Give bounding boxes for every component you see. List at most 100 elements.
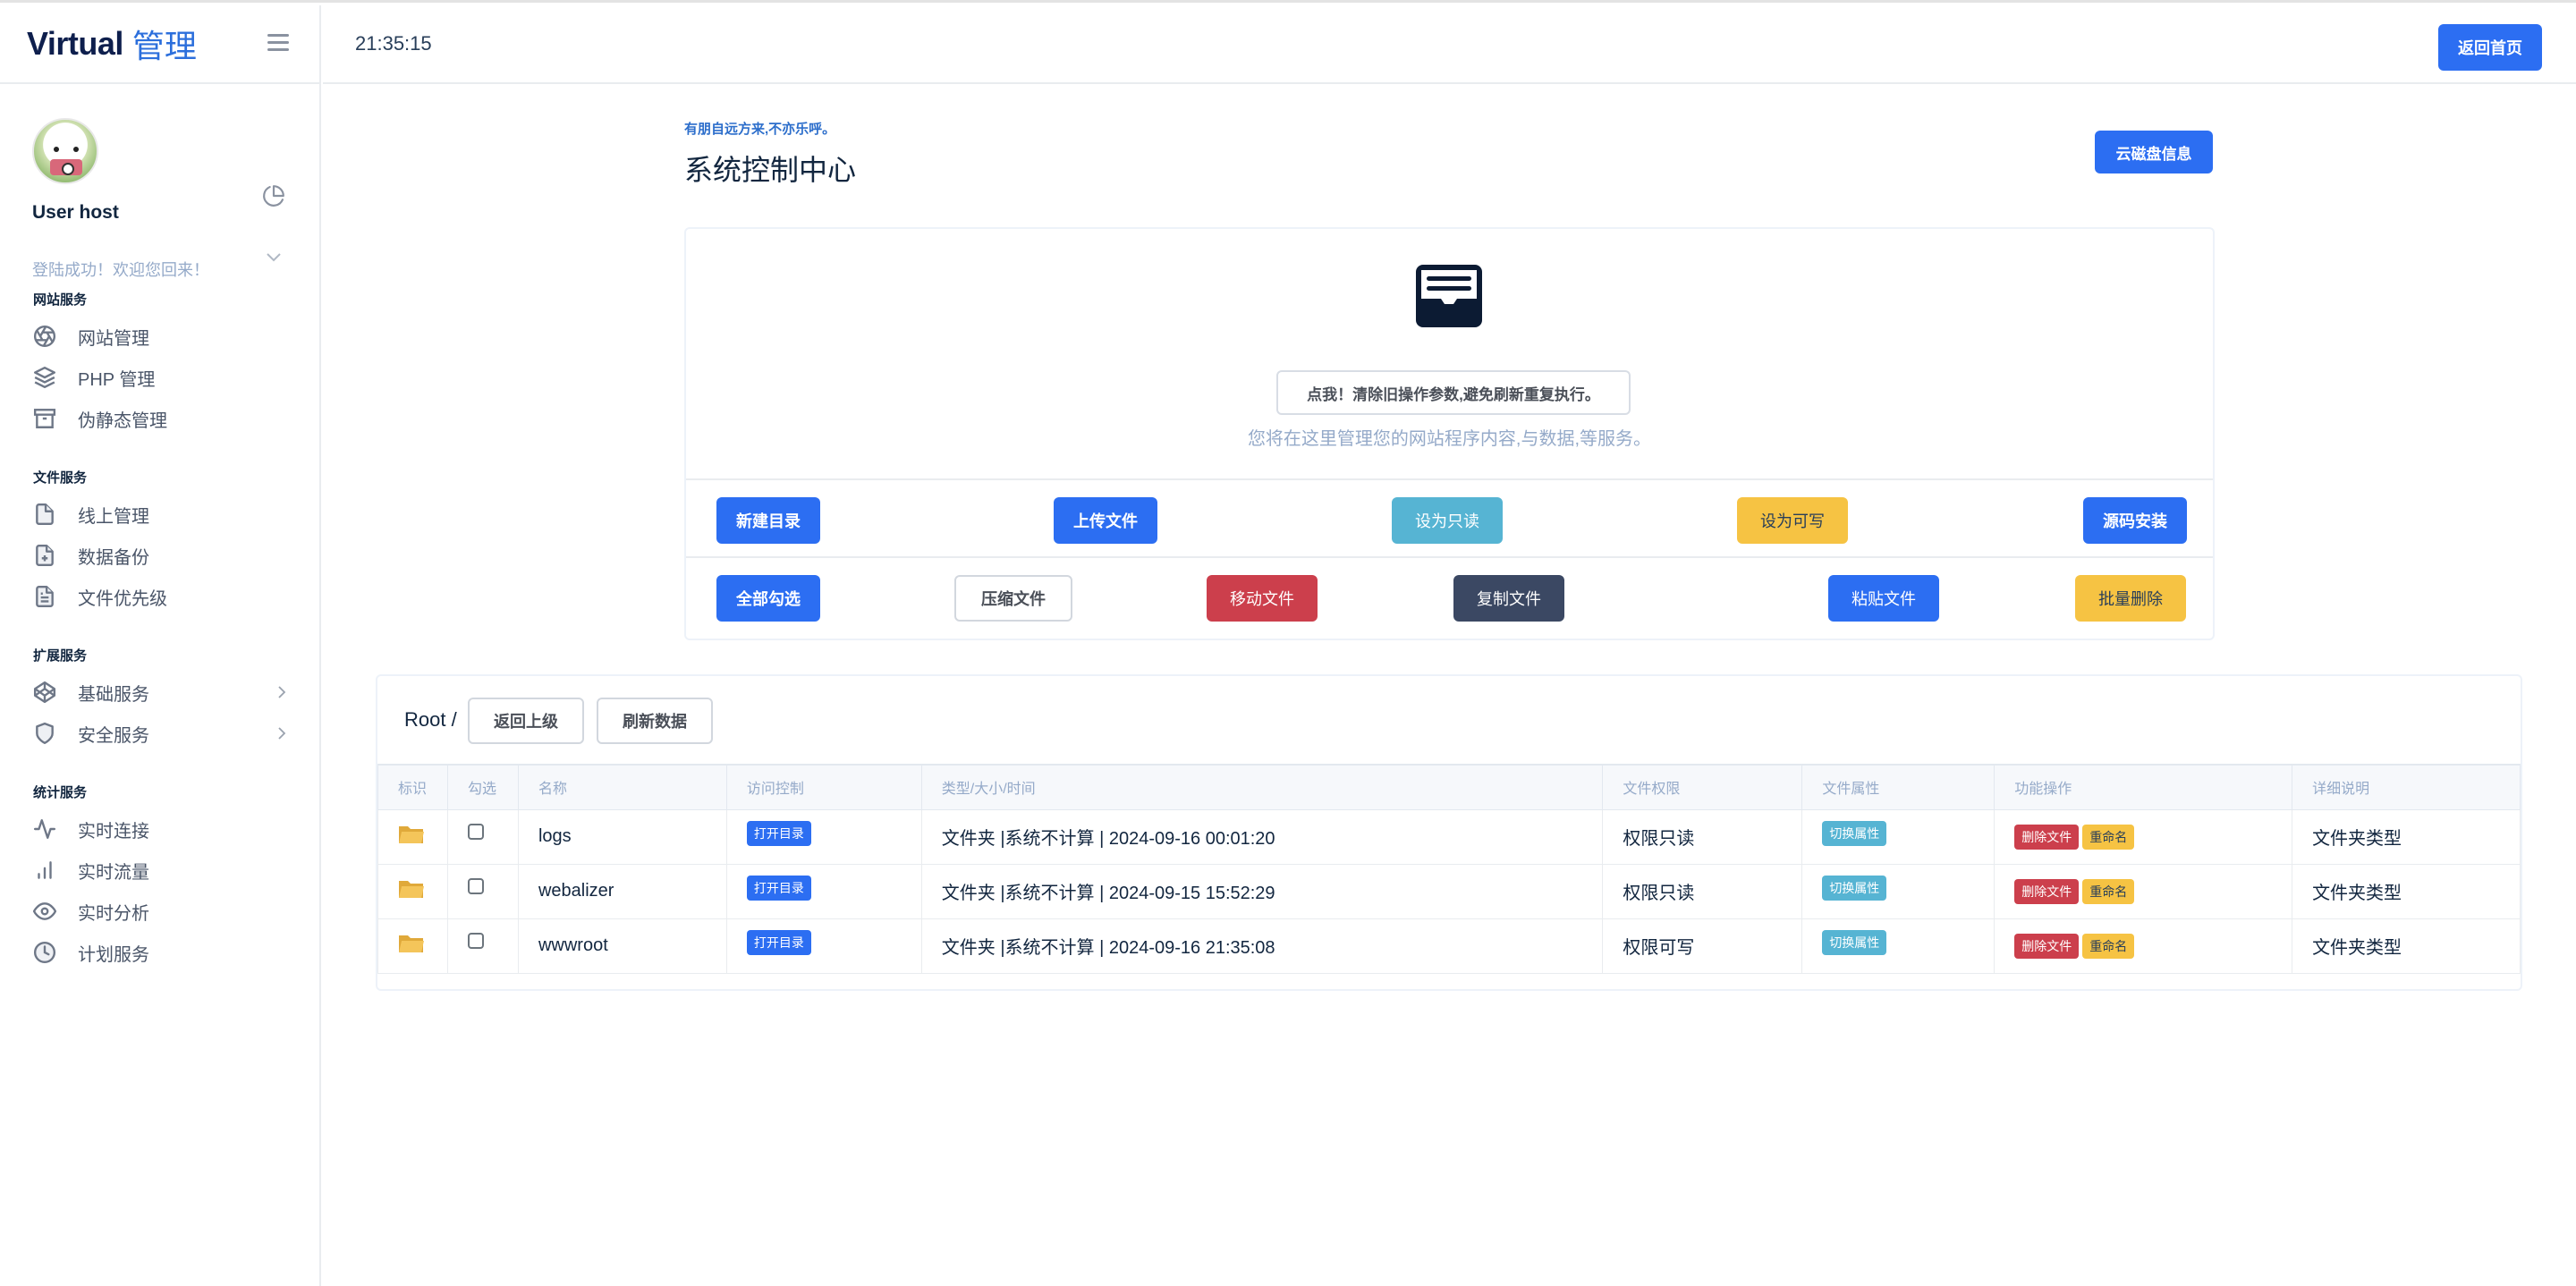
delete-file-badge[interactable]: 删除文件 (2014, 824, 2080, 850)
brand-logo[interactable]: Virtual 管理 (0, 5, 319, 84)
sidebar-item-data-backup[interactable]: 数据备份 (33, 535, 319, 576)
open-directory-badge[interactable]: 打开目录 (746, 929, 811, 955)
new-directory-button[interactable]: 新建目录 (716, 497, 820, 544)
set-writable-button[interactable]: 设为可写 (1737, 497, 1848, 544)
nav-heading-files: 文件服务 (33, 470, 88, 486)
delete-file-badge[interactable]: 删除文件 (2014, 878, 2080, 904)
rename-badge[interactable]: 重命名 (2082, 933, 2135, 959)
compress-file-button[interactable]: 压缩文件 (954, 575, 1072, 622)
paste-file-button[interactable]: 粘贴文件 (1828, 575, 1939, 622)
shield-icon (36, 722, 54, 745)
chevron-right-icon (278, 686, 286, 698)
sidebar-item-label: 网站管理 (78, 328, 149, 349)
toggle-attribute-badge[interactable]: 切换属性 (1822, 929, 1887, 955)
column-header: 功能操作 (1994, 764, 2293, 810)
codepen-icon (33, 681, 56, 704)
toggle-attribute-badge[interactable]: 切换属性 (1822, 875, 1887, 901)
pie-chart-icon[interactable] (262, 184, 285, 207)
column-header: 类型/大小/时间 (920, 764, 1604, 810)
sidebar-nav: 网站服务 网站管理 PHP 管理 伪静态管理 文件服务 线上管理 数据备份 文件… (0, 290, 319, 973)
set-readonly-button[interactable]: 设为只读 (1392, 497, 1503, 544)
sidebar-item-label: PHP 管理 (78, 369, 156, 390)
nav-heading-web: 网站服务 (33, 292, 88, 308)
table-header-row: 标识 勾选 名称 访问控制 类型/大小/时间 文件权限 文件属性 功能操作 详细… (377, 764, 2521, 810)
sidebar-item-php-management[interactable]: PHP 管理 (33, 357, 319, 398)
chevron-right-icon (278, 727, 286, 740)
file-name[interactable]: logs (517, 808, 727, 865)
copy-file-button[interactable]: 复制文件 (1453, 575, 1564, 622)
sidebar-item-online-management[interactable]: 线上管理 (33, 494, 319, 535)
file-text-icon (36, 585, 54, 608)
sidebar-item-site-management[interactable]: 网站管理 (33, 316, 319, 357)
open-directory-badge[interactable]: 打开目录 (746, 820, 811, 846)
bar-chart-icon (38, 861, 52, 879)
file-permission: 权限可写 (1602, 918, 1803, 974)
open-directory-badge[interactable]: 打开目录 (746, 875, 811, 901)
column-header: 文件权限 (1602, 764, 1803, 810)
cloud-disk-info-button[interactable]: 云磁盘信息 (2095, 131, 2213, 173)
rename-badge[interactable]: 重命名 (2082, 824, 2135, 850)
upload-file-button[interactable]: 上传文件 (1054, 497, 1157, 544)
folder-icon (399, 880, 424, 898)
sidebar-item-label: 文件优先级 (78, 588, 167, 609)
sidebar-item-realtime-connections[interactable]: 实时连接 (33, 808, 319, 850)
nav-heading-stats: 统计服务 (33, 785, 88, 800)
avatar[interactable] (32, 118, 98, 184)
file-browser-card: Root / 返回上级 刷新数据 标识 勾选 名称 访问控制 类型/大小/时间 … (376, 674, 2522, 991)
chevron-down-icon[interactable] (266, 252, 282, 263)
move-file-button[interactable]: 移动文件 (1207, 575, 1318, 622)
control-card: 点我！清除旧操作参数,避免刷新重复执行。 您将在这里管理您的网站程序内容,与数据… (684, 227, 2215, 640)
file-info: 文件夹 |系统不计算 | 2024-09-15 15:52:29 (920, 863, 1604, 919)
select-all-button[interactable]: 全部勾选 (716, 575, 820, 622)
activity-icon (33, 819, 56, 839)
row-checkbox[interactable] (467, 932, 484, 949)
rename-badge[interactable]: 重命名 (2082, 878, 2135, 904)
sidebar-item-label: 安全服务 (78, 725, 149, 746)
sidebar-item-realtime-analysis[interactable]: 实时分析 (33, 891, 319, 932)
sidebar-item-label: 基础服务 (78, 684, 149, 705)
table-row: wwwroot 打开目录 文件夹 |系统不计算 | 2024-09-16 21:… (377, 918, 2521, 974)
sidebar-item-security-services[interactable]: 安全服务 (33, 713, 319, 754)
sidebar-item-label: 伪静态管理 (78, 410, 167, 431)
file-description: 文件夹类型 (2292, 863, 2521, 919)
action-row-2: 全部勾选 压缩文件 移动文件 复制文件 粘贴文件 批量删除 (686, 556, 2213, 637)
file-permission: 权限只读 (1602, 808, 1803, 865)
sidebar-item-basic-services[interactable]: 基础服务 (33, 672, 319, 713)
column-header: 名称 (517, 764, 727, 810)
refresh-data-button[interactable]: 刷新数据 (597, 698, 713, 744)
go-up-button[interactable]: 返回上级 (468, 698, 584, 744)
file-description: 文件夹类型 (2292, 808, 2521, 865)
action-row-1: 新建目录 上传文件 设为只读 设为可写 源码安装 (686, 478, 2213, 559)
sidebar-item-file-priority[interactable]: 文件优先级 (33, 576, 319, 617)
delete-file-badge[interactable]: 删除文件 (2014, 933, 2080, 959)
folder-icon (399, 935, 424, 952)
file-name[interactable]: webalizer (517, 863, 727, 919)
return-home-button[interactable]: 返回首页 (2438, 24, 2542, 71)
file-description: 文件夹类型 (2292, 918, 2521, 974)
brand-accent: 管理 (131, 28, 197, 64)
file-info: 文件夹 |系统不计算 | 2024-09-16 00:01:20 (920, 808, 1604, 865)
row-checkbox[interactable] (467, 823, 484, 840)
row-checkbox[interactable] (467, 877, 484, 894)
page-title: 系统控制中心 (684, 154, 857, 186)
control-description: 您将在这里管理您的网站程序内容,与数据,等服务。 (1247, 429, 1652, 449)
clear-params-button[interactable]: 点我！清除旧操作参数,避免刷新重复执行。 (1276, 370, 1631, 415)
sidebar-item-label: 实时连接 (78, 821, 149, 842)
sidebar-item-scheduled-services[interactable]: 计划服务 (33, 932, 319, 973)
file-icon (36, 503, 54, 526)
clock: 21:35:15 (355, 32, 432, 55)
archive-icon (33, 409, 56, 428)
sidebar-item-rewrite-management[interactable]: 伪静态管理 (33, 398, 319, 439)
layers-icon (33, 366, 56, 389)
file-permission: 权限只读 (1602, 863, 1803, 919)
sidebar-item-realtime-traffic[interactable]: 实时流量 (33, 850, 319, 891)
batch-delete-button[interactable]: 批量删除 (2075, 575, 2186, 622)
source-install-button[interactable]: 源码安装 (2083, 497, 2187, 544)
toggle-attribute-badge[interactable]: 切换属性 (1822, 820, 1887, 846)
brand-name: Virtual (27, 25, 123, 62)
file-name[interactable]: wwwroot (517, 918, 727, 974)
hamburger-menu-icon[interactable] (267, 34, 289, 52)
sidebar-item-label: 实时分析 (78, 903, 149, 924)
breadcrumb[interactable]: Root / (404, 708, 457, 732)
column-header: 文件属性 (1801, 764, 1996, 810)
